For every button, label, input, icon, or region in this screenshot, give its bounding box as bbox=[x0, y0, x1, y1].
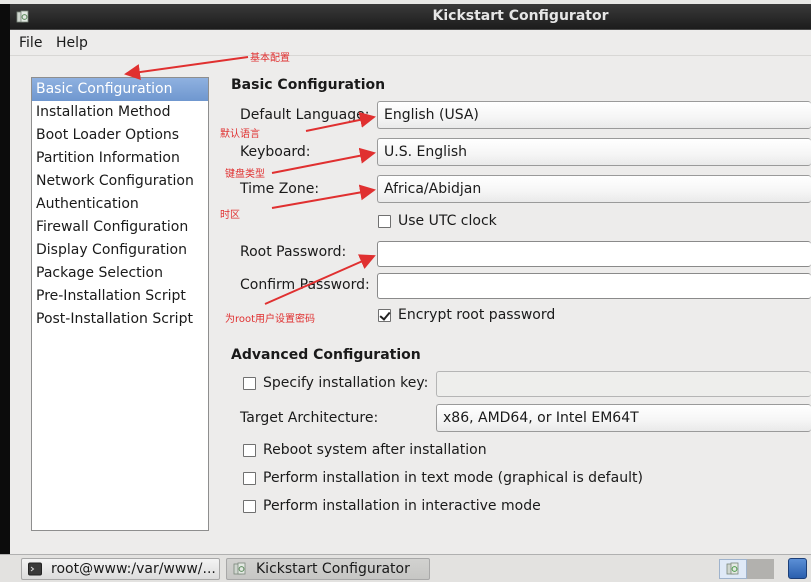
utc-clock-checkbox-row[interactable]: Use UTC clock bbox=[378, 213, 497, 229]
default-language-combo[interactable]: English (USA) bbox=[377, 101, 811, 129]
interactive-mode-checkbox-row[interactable]: Perform installation in interactive mode bbox=[243, 498, 541, 514]
target-arch-label: Target Architecture: bbox=[240, 410, 379, 426]
reboot-label: Reboot system after installation bbox=[263, 442, 487, 458]
utc-clock-checkbox[interactable] bbox=[378, 214, 391, 228]
install-key-checkbox-row[interactable]: Specify installation key: bbox=[243, 375, 428, 391]
section-list: Basic Configuration Installation Method … bbox=[31, 77, 209, 531]
advanced-config-heading: Advanced Configuration bbox=[231, 347, 421, 363]
default-language-label: Default Language: bbox=[240, 107, 370, 123]
taskbar-kickstart-label: Kickstart Configurator bbox=[256, 561, 410, 577]
show-desktop-icon[interactable] bbox=[788, 558, 807, 579]
nav-boot-loader-options[interactable]: Boot Loader Options bbox=[32, 124, 208, 147]
nav-package-selection[interactable]: Package Selection bbox=[32, 262, 208, 285]
keyboard-label: Keyboard: bbox=[240, 144, 311, 160]
menubar: File Help bbox=[10, 31, 811, 56]
menu-file[interactable]: File bbox=[19, 35, 42, 51]
nav-installation-method[interactable]: Installation Method bbox=[32, 101, 208, 124]
text-mode-label: Perform installation in text mode (graph… bbox=[263, 470, 643, 486]
annotation-root-password: 为root用户设置密码 bbox=[225, 314, 316, 325]
desktop-edge bbox=[0, 4, 10, 556]
nav-network-configuration[interactable]: Network Configuration bbox=[32, 170, 208, 193]
timezone-combo[interactable]: Africa/Abidjan bbox=[377, 175, 811, 203]
nav-basic-configuration[interactable]: Basic Configuration bbox=[32, 78, 208, 101]
window-titlebar[interactable]: Kickstart Configurator bbox=[10, 4, 811, 30]
terminal-icon bbox=[28, 562, 42, 576]
root-password-label: Root Password: bbox=[240, 244, 347, 260]
nav-firewall-configuration[interactable]: Firewall Configuration bbox=[32, 216, 208, 239]
taskbar: root@www:/var/www/... Kickstart Configur… bbox=[0, 554, 811, 582]
target-arch-combo[interactable]: x86, AMD64, or Intel EM64T bbox=[436, 404, 811, 432]
kickstart-window: Kickstart Configurator File Help Basic C… bbox=[10, 4, 811, 554]
interactive-mode-checkbox[interactable] bbox=[243, 499, 256, 513]
nav-partition-information[interactable]: Partition Information bbox=[32, 147, 208, 170]
confirm-password-label: Confirm Password: bbox=[240, 277, 370, 293]
interactive-mode-label: Perform installation in interactive mode bbox=[263, 498, 541, 514]
text-mode-checkbox-row[interactable]: Perform installation in text mode (graph… bbox=[243, 470, 643, 486]
taskbar-kickstart-button[interactable]: Kickstart Configurator bbox=[226, 558, 430, 580]
arrow-basic-config bbox=[124, 56, 249, 80]
nav-display-configuration[interactable]: Display Configuration bbox=[32, 239, 208, 262]
root-password-input[interactable] bbox=[377, 241, 811, 267]
install-key-checkbox[interactable] bbox=[243, 376, 256, 390]
encrypt-password-checkbox[interactable] bbox=[378, 308, 391, 322]
workspace-window-icon bbox=[726, 562, 739, 575]
keyboard-combo[interactable]: U.S. English bbox=[377, 138, 811, 166]
annotation-default-language: 默认语言 bbox=[220, 129, 260, 140]
confirm-password-input[interactable] bbox=[377, 273, 811, 299]
utc-clock-label: Use UTC clock bbox=[398, 213, 497, 229]
annotation-timezone: 时区 bbox=[220, 210, 240, 221]
menu-help[interactable]: Help bbox=[56, 35, 88, 51]
nav-pre-installation-script[interactable]: Pre-Installation Script bbox=[32, 285, 208, 308]
text-mode-checkbox[interactable] bbox=[243, 471, 256, 485]
reboot-checkbox[interactable] bbox=[243, 443, 256, 457]
kickstart-icon bbox=[233, 562, 246, 575]
annotation-keyboard: 键盘类型 bbox=[225, 169, 265, 180]
install-key-input[interactable] bbox=[436, 371, 811, 397]
window-title: Kickstart Configurator bbox=[432, 8, 609, 24]
workspace-1-button[interactable] bbox=[719, 559, 747, 579]
install-key-label: Specify installation key: bbox=[263, 375, 429, 391]
taskbar-terminal-label: root@www:/var/www/... bbox=[51, 561, 216, 577]
annotation-basic-config: 基本配置 bbox=[250, 53, 290, 64]
encrypt-password-checkbox-row[interactable]: Encrypt root password bbox=[378, 307, 555, 323]
nav-post-installation-script[interactable]: Post-Installation Script bbox=[32, 308, 208, 331]
taskbar-terminal-button[interactable]: root@www:/var/www/... bbox=[21, 558, 220, 580]
nav-authentication[interactable]: Authentication bbox=[32, 193, 208, 216]
timezone-label: Time Zone: bbox=[240, 181, 320, 197]
workspace-2-button[interactable] bbox=[747, 559, 774, 579]
reboot-checkbox-row[interactable]: Reboot system after installation bbox=[243, 442, 487, 458]
encrypt-password-label: Encrypt root password bbox=[398, 307, 556, 323]
basic-config-heading: Basic Configuration bbox=[231, 77, 386, 93]
